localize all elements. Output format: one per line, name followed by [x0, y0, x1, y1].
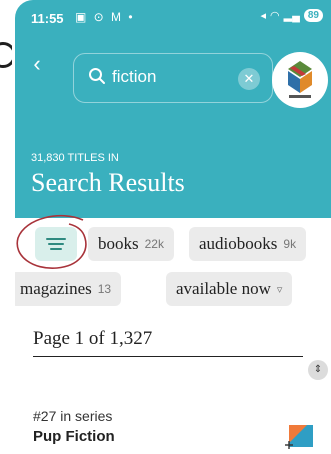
chevron-left-icon: ‹: [33, 51, 41, 76]
page-label: Page 1 of 1,327: [33, 328, 153, 349]
search-query[interactable]: fiction: [112, 67, 156, 87]
add-icon[interactable]: [285, 425, 313, 449]
chip-label: magazines: [20, 279, 92, 298]
chip-label: available now: [176, 279, 271, 298]
status-time: 11:55: [31, 11, 64, 26]
chip-books[interactable]: books 22k: [88, 227, 174, 261]
up-down-icon[interactable]: ⇕: [308, 360, 328, 380]
search-field[interactable]: fiction ✕: [73, 53, 273, 103]
wifi-icon: ◠: [270, 10, 280, 22]
battery-level: 89: [303, 9, 323, 22]
status-bar: 11:55 ▣ ⊙ M • ◂ ◠ ▂▄ 89: [15, 0, 331, 34]
chip-label: books: [98, 234, 139, 253]
chip-available-now[interactable]: available now ▿: [166, 272, 293, 306]
page-selector[interactable]: Page 1 of 1,327: [33, 328, 303, 357]
chip-count: 13: [97, 282, 112, 296]
page-title: Search Results: [31, 168, 185, 197]
phone-screen: 11:55 ▣ ⊙ M • ◂ ◠ ▂▄ 89 ‹ fiction ✕ 31,8…: [15, 0, 331, 454]
edge-fragment: [0, 40, 12, 70]
notification-icons: ▣ ⊙ M •: [75, 10, 135, 24]
book-title[interactable]: Pup Fiction: [33, 428, 115, 445]
filter-small-icon: ▿: [276, 283, 283, 296]
clear-icon[interactable]: ✕: [238, 68, 260, 90]
chip-count: 9k: [283, 237, 297, 251]
chip-count: 22k: [144, 237, 164, 251]
results-count: 31,830 TITLES IN: [31, 152, 119, 164]
signal-icon: ▂▄: [283, 10, 300, 22]
chip-label: audiobooks: [199, 234, 278, 253]
chip-magazines[interactable]: magazines 13: [15, 272, 122, 306]
search-icon: [89, 68, 105, 84]
back-button[interactable]: ‹: [23, 44, 51, 84]
library-logo[interactable]: [272, 52, 328, 108]
series-number: #27 in series: [33, 408, 113, 424]
library-logo-icon: [288, 61, 312, 98]
chip-audiobooks[interactable]: audiobooks 9k: [189, 227, 307, 261]
status-right: ◂ ◠ ▂▄ 89: [260, 9, 323, 22]
mute-icon: ◂: [260, 10, 266, 22]
